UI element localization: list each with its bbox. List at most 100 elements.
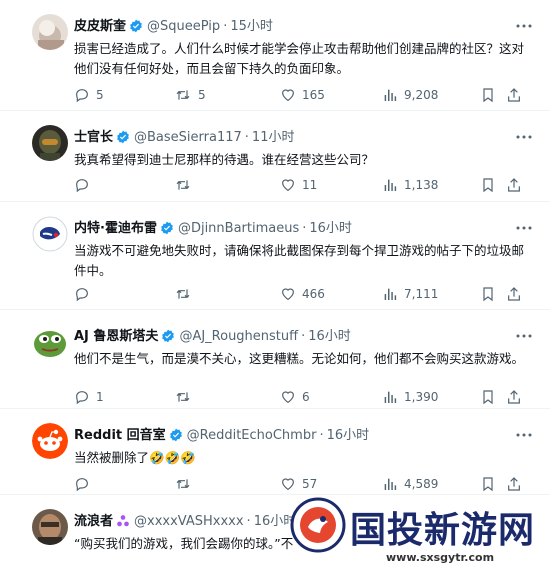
more-options-icon[interactable]: [512, 216, 536, 240]
display-name[interactable]: 士官长: [74, 130, 113, 145]
tweet-text: “购买我们的游戏，我们会踢你的球。”不: [74, 536, 294, 551]
reply-button[interactable]: [74, 173, 96, 197]
tweet[interactable]: Reddit 回音室 @RedditEchoChmbr · 16小时 当然被删除了🤣🤣…: [0, 409, 550, 495]
tweet[interactable]: 内特·霍迪布雷 @DjinnBartimaeus · 16小时 当游戏不可避免地失败时…: [0, 202, 550, 310]
retweet-button[interactable]: [174, 173, 198, 197]
tweet-header: 流浪者 @xxxxVASHxxxx · 16小时: [74, 512, 520, 532]
display-name[interactable]: 内特·霍迪布雷: [74, 221, 157, 236]
more-options-icon[interactable]: [512, 509, 536, 533]
views-chart-icon: [382, 389, 404, 405]
share-icon: [506, 285, 528, 303]
tweet-header: 内特·霍迪布雷 @DjinnBartimaeus · 16小时: [74, 219, 520, 239]
like-button[interactable]: 11: [280, 173, 317, 197]
views-button[interactable]: 7,111: [382, 282, 438, 306]
more-options-icon[interactable]: [512, 423, 536, 447]
user-handle[interactable]: @DjinnBartimaeus: [178, 221, 299, 236]
tweet-time[interactable]: 16小时: [254, 514, 297, 529]
tweet-time[interactable]: 11小时: [252, 130, 295, 145]
tweet-header: 士官长 @BaseSierra117 · 11小时: [74, 128, 520, 148]
tweet[interactable]: 士官长 @BaseSierra117 · 11小时 我真希望得到迪士尼那样的待遇。谁在…: [0, 111, 550, 202]
more-options-icon[interactable]: [512, 324, 536, 348]
reply-button[interactable]: 1: [74, 385, 104, 409]
retweet-button[interactable]: [174, 282, 198, 306]
heart-icon: [280, 177, 302, 193]
tweet-time[interactable]: 16小时: [309, 221, 352, 236]
user-handle[interactable]: @RedditEchoChmbr: [187, 428, 317, 443]
action-bar: 466 7,111: [74, 282, 528, 306]
views-chart-icon: [382, 476, 404, 492]
tweet-text: 我真希望得到迪士尼那样的待遇。谁在经营这些公司？: [74, 152, 375, 167]
views-button[interactable]: 4,589: [382, 472, 438, 496]
avatar[interactable]: [32, 423, 68, 459]
separator-dot: ·: [319, 428, 324, 443]
bookmark-icon: [480, 86, 502, 104]
share-button[interactable]: [506, 173, 528, 197]
views-button[interactable]: 1,390: [382, 385, 438, 409]
bookmark-button[interactable]: [480, 385, 502, 409]
display-name[interactable]: AJ 鲁恩斯塔夫: [74, 329, 158, 344]
reply-button[interactable]: [74, 472, 96, 496]
tweet-time[interactable]: 16小时: [308, 329, 351, 344]
verified-badge-icon: [160, 221, 174, 242]
retweet-button[interactable]: [174, 385, 198, 409]
bookmark-button[interactable]: [480, 282, 502, 306]
like-count: 165: [302, 88, 325, 102]
tweet-header: 皮皮斯奎 @SqueePip · 15小时: [74, 17, 520, 37]
views-button[interactable]: 9,208: [382, 83, 438, 107]
retweet-button[interactable]: 5: [174, 83, 206, 107]
avatar[interactable]: [32, 509, 68, 545]
views-button[interactable]: 1,138: [382, 173, 438, 197]
bookmark-icon: [480, 176, 502, 194]
heart-icon: [280, 87, 302, 103]
views-chart-icon: [382, 177, 404, 193]
avatar[interactable]: [32, 125, 68, 161]
user-handle[interactable]: @BaseSierra117: [134, 130, 242, 145]
avatar[interactable]: [32, 216, 68, 252]
display-name[interactable]: 流浪者: [74, 514, 113, 529]
tweet-time[interactable]: 15小时: [230, 19, 273, 34]
reply-button[interactable]: [74, 282, 96, 306]
like-count: 6: [302, 390, 310, 404]
more-options-icon[interactable]: [512, 125, 536, 149]
reply-icon: [74, 286, 96, 302]
tweet-text: 损害已经造成了。人们什么时候才能学会停止攻击帮助他们创建品牌的社区？这对他们没有…: [74, 41, 525, 76]
bookmark-button[interactable]: [480, 173, 502, 197]
tweet[interactable]: 皮皮斯奎 @SqueePip · 15小时 损害已经造成了。人们什么时候才能学会停止攻…: [0, 0, 550, 111]
like-button[interactable]: 466: [280, 282, 325, 306]
share-button[interactable]: [506, 282, 528, 306]
display-name[interactable]: Reddit 回音室: [74, 428, 166, 443]
user-handle[interactable]: @AJ_Roughenstuff: [179, 329, 298, 344]
bookmark-button[interactable]: [480, 83, 502, 107]
avatar[interactable]: [32, 14, 68, 50]
tweet[interactable]: AJ 鲁恩斯塔夫 @AJ_Roughenstuff · 16小时 他们不是生气，而是漠…: [0, 310, 550, 409]
reply-button[interactable]: 5: [74, 83, 104, 107]
verified-badge-icon: [129, 19, 143, 40]
share-button[interactable]: [506, 83, 528, 107]
tweet-time[interactable]: 16小时: [327, 428, 370, 443]
tweet[interactable]: 流浪者 @xxxxVASHxxxx · 16小时 “购买我们的游戏，我们会踢你的球。”…: [0, 495, 550, 579]
retweet-icon: [174, 87, 198, 103]
action-bar: 1 6 1,390: [74, 385, 528, 409]
like-count: 466: [302, 287, 325, 301]
separator-dot: ·: [301, 329, 306, 344]
reply-count: 1: [96, 390, 104, 404]
retweet-button[interactable]: [174, 472, 198, 496]
share-icon: [506, 475, 528, 493]
share-button[interactable]: [506, 385, 528, 409]
reply-icon: [74, 389, 96, 405]
tweet-text: 当游戏不可避免地失败时，请确保将此截图保存到每个捍卫游戏的帖子下的垃圾邮件中。: [74, 243, 525, 278]
like-button[interactable]: 6: [280, 385, 310, 409]
avatar[interactable]: [32, 324, 68, 360]
display-name[interactable]: 皮皮斯奎: [74, 19, 126, 34]
more-options-icon[interactable]: [512, 14, 536, 38]
user-handle[interactable]: @SqueePip: [147, 19, 220, 34]
bookmark-button[interactable]: [480, 472, 502, 496]
like-button[interactable]: 57: [280, 472, 317, 496]
community-badge-icon: [116, 514, 130, 535]
user-handle[interactable]: @xxxxVASHxxxx: [134, 514, 244, 529]
retweet-icon: [174, 286, 198, 302]
like-button[interactable]: 165: [280, 83, 325, 107]
tweet-text: 他们不是生气，而是漠不关心，这更糟糕。无论如何，他们都不会购买这款游戏。: [74, 351, 525, 366]
verified-badge-icon: [169, 428, 183, 449]
share-button[interactable]: [506, 472, 528, 496]
